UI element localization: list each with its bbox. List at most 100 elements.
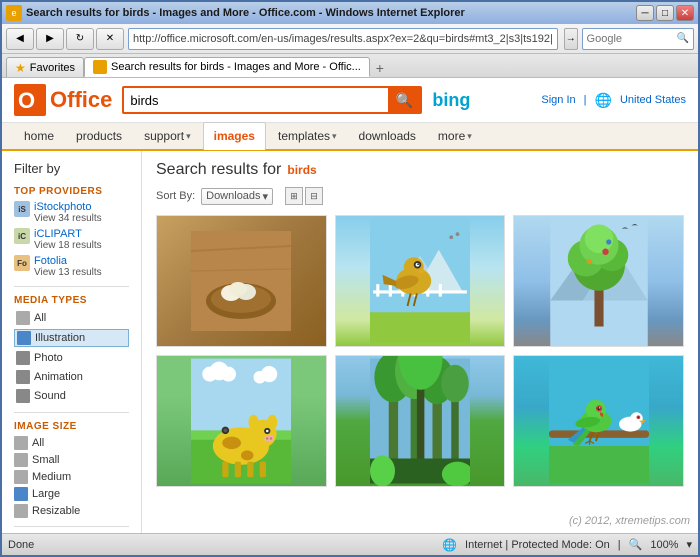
stop-button[interactable]: ✕	[96, 28, 124, 50]
search-input[interactable]	[587, 33, 677, 45]
result-item-2[interactable]	[335, 215, 506, 347]
menu-item-more[interactable]: more ▾	[428, 122, 482, 150]
signin-link[interactable]: Sign In	[541, 94, 575, 106]
sort-bar: Sort By: Downloads ▾ ⊞ ⊟	[156, 187, 684, 205]
nest-svg	[191, 231, 291, 331]
size-resizable-label: Resizable	[32, 505, 80, 517]
office-search-box[interactable]: 🔍	[122, 86, 422, 114]
iclipart-icon: iC	[14, 228, 30, 244]
menu-item-products[interactable]: products	[66, 122, 132, 150]
divider-1	[14, 286, 129, 287]
provider-iclipart[interactable]: iC iCLIPART View 18 results	[14, 228, 129, 251]
results-header: Search results for birds	[156, 161, 684, 179]
fotolia-icon: Fo	[14, 255, 30, 271]
menu-item-images[interactable]: images	[203, 122, 266, 150]
forward-button[interactable]: ▶	[36, 28, 64, 50]
favorites-tab-label: Favorites	[30, 62, 75, 74]
office-logo: O Office	[14, 84, 112, 116]
refresh-button[interactable]: ↻	[66, 28, 94, 50]
media-photo[interactable]: Photo	[14, 350, 129, 366]
region-link[interactable]: United States	[620, 94, 686, 106]
size-all-label: All	[32, 437, 44, 449]
provider-istockphoto[interactable]: iS iStockphoto View 34 results	[14, 201, 129, 224]
sort-by-label: Sort By:	[156, 190, 195, 202]
result-item-6[interactable]	[513, 355, 684, 487]
result-item-4[interactable]	[156, 355, 327, 487]
menu-item-templates[interactable]: templates ▾	[268, 122, 347, 150]
size-medium-label: Medium	[32, 471, 71, 483]
internet-icon: 🌐	[442, 538, 457, 552]
results-grid	[156, 215, 684, 487]
iclipart-name[interactable]: iCLIPART	[34, 228, 102, 240]
fotolia-name[interactable]: Fotolia	[34, 255, 102, 267]
size-small[interactable]: Small	[14, 453, 129, 467]
grid-view-icon[interactable]: ⊞	[285, 187, 303, 205]
size-large-label: Large	[32, 488, 60, 500]
search-go-icon[interactable]: 🔍	[677, 33, 689, 44]
browser-content: O Office 🔍 bing Sign In | 🌐 United State…	[2, 78, 698, 533]
trees-svg	[370, 356, 470, 486]
list-view-icon[interactable]: ⊟	[305, 187, 323, 205]
separator-2: |	[618, 539, 621, 551]
status-text: Done	[8, 539, 34, 551]
maximize-button[interactable]: □	[656, 5, 674, 21]
bird-cartoon-svg	[370, 216, 470, 346]
status-right: 🌐 Internet | Protected Mode: On | 🔍 100%…	[442, 538, 692, 552]
go-button[interactable]: →	[564, 28, 578, 50]
result-item-3[interactable]	[513, 215, 684, 347]
browser-window: e Search results for birds - Images and …	[0, 0, 700, 557]
media-animation-icon	[16, 370, 30, 384]
result-item-5[interactable]	[335, 355, 506, 487]
size-resizable-icon	[14, 504, 28, 518]
nav-buttons: ◀ ▶ ↻ ✕	[6, 28, 124, 50]
minimize-button[interactable]: ─	[636, 5, 654, 21]
istockphoto-name[interactable]: iStockphoto	[34, 201, 102, 213]
results-title-prefix: Search results for	[156, 161, 281, 179]
divider-2	[14, 412, 129, 413]
result-image-1	[157, 216, 326, 346]
size-resizable[interactable]: Resizable	[14, 504, 129, 518]
bing-logo: bing	[432, 90, 470, 111]
media-illustration[interactable]: Illustration	[14, 329, 129, 347]
size-medium-icon	[14, 470, 28, 484]
istockphoto-icon: iS	[14, 201, 30, 217]
media-sound-icon	[16, 389, 30, 403]
office-search-button[interactable]: 🔍	[388, 87, 420, 113]
menu-item-downloads[interactable]: downloads	[349, 122, 426, 150]
result-image-4	[157, 356, 326, 486]
new-tab-button[interactable]: +	[370, 59, 390, 77]
result-item-1[interactable]	[156, 215, 327, 347]
result-image-5	[336, 356, 505, 486]
media-illustration-label: Illustration	[35, 332, 85, 344]
favorites-tab[interactable]: ★ Favorites	[6, 57, 84, 77]
sort-dropdown[interactable]: Downloads ▾	[201, 188, 273, 205]
close-button[interactable]: ✕	[676, 5, 694, 21]
view-toggle: ⊞ ⊟	[285, 187, 323, 205]
image-size-label: IMAGE SIZE	[14, 421, 129, 432]
title-bar: e Search results for birds - Images and …	[2, 2, 698, 24]
size-all[interactable]: All	[14, 436, 129, 450]
istockphoto-count: View 34 results	[34, 213, 102, 224]
size-small-icon	[14, 453, 28, 467]
size-all-icon	[14, 436, 28, 450]
zone-text: Internet | Protected Mode: On	[465, 539, 610, 551]
sort-value: Downloads	[206, 190, 260, 202]
menu-item-support[interactable]: support ▾	[134, 122, 201, 150]
menu-item-home[interactable]: home	[14, 122, 64, 150]
results-area: Search results for birds Sort By: Downlo…	[142, 151, 698, 533]
nav-bar: ◀ ▶ ↻ ✕ http://office.microsoft.com/en-u…	[2, 24, 698, 54]
media-photo-icon	[16, 351, 30, 365]
size-medium[interactable]: Medium	[14, 470, 129, 484]
media-sound[interactable]: Sound	[14, 388, 129, 404]
address-bar[interactable]: http://office.microsoft.com/en-us/images…	[128, 28, 558, 50]
media-all[interactable]: All	[14, 310, 129, 326]
active-tab[interactable]: Search results for birds - Images and Mo…	[84, 57, 370, 77]
media-animation[interactable]: Animation	[14, 369, 129, 385]
office-search-input[interactable]	[124, 93, 388, 108]
search-magnifier-icon: 🔍	[396, 92, 413, 109]
back-button[interactable]: ◀	[6, 28, 34, 50]
size-large[interactable]: Large	[14, 487, 129, 501]
address-text: http://office.microsoft.com/en-us/images…	[133, 33, 553, 45]
search-bar[interactable]: 🔍	[582, 28, 694, 50]
provider-fotolia[interactable]: Fo Fotolia View 13 results	[14, 255, 129, 278]
